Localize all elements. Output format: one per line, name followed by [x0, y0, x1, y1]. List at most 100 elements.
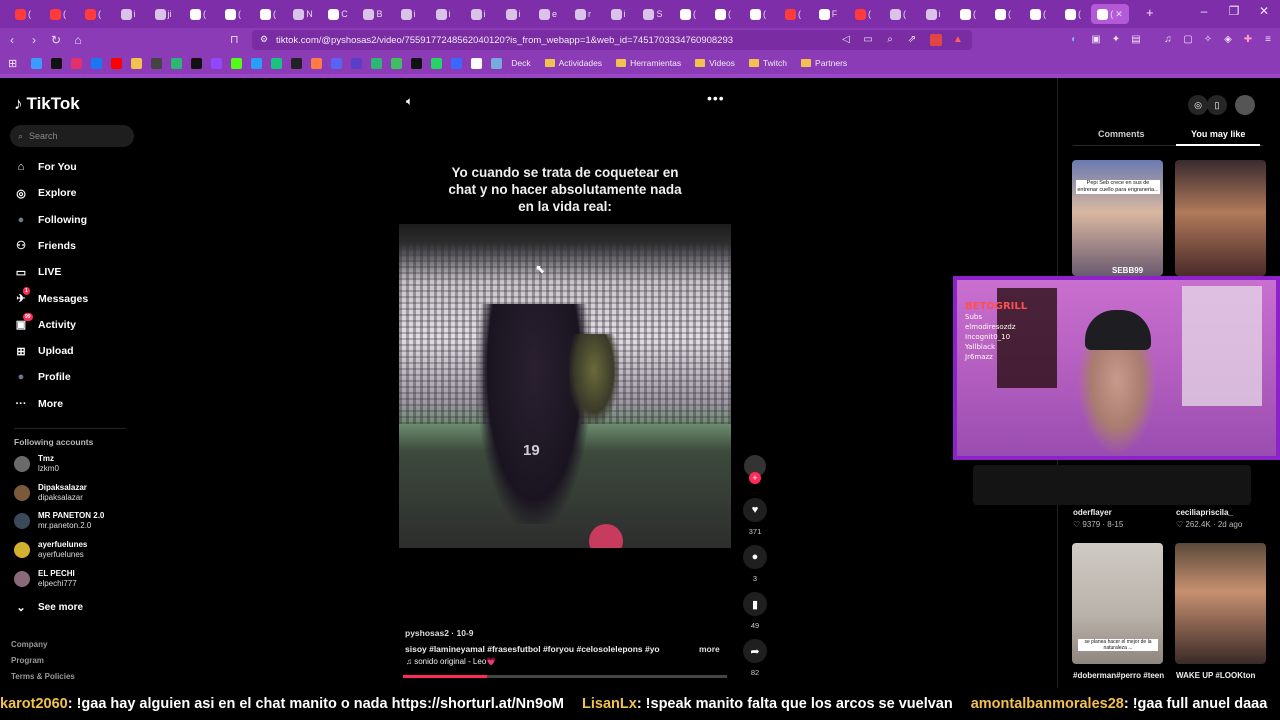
bookmark-icon[interactable] — [411, 57, 423, 69]
apps-grid-icon[interactable]: ⊞ — [8, 57, 17, 70]
extension-1-icon[interactable]: ◐ — [1068, 34, 1080, 46]
home-icon[interactable]: ⌂ — [68, 33, 88, 47]
recommended-video-thumb[interactable] — [1175, 160, 1266, 276]
browser-tab[interactable]: i — [496, 4, 530, 24]
browser-tab[interactable]: ( — [76, 4, 110, 24]
reload-icon[interactable]: ↻ — [46, 33, 66, 47]
following-account[interactable]: Dipaksalazar dipaksalazar — [14, 483, 87, 503]
bookmark-icon[interactable] — [471, 57, 483, 69]
tiktok-logo[interactable]: ♪ TikTok — [14, 94, 80, 114]
footer-link-terms[interactable]: Terms & Policies — [11, 672, 75, 681]
browser-tab[interactable]: F — [811, 4, 845, 24]
bookmark-icon[interactable] — [251, 57, 263, 69]
volume-icon[interactable]: 🔈︎ — [406, 94, 413, 109]
youtube-bookmark-icon[interactable] — [111, 57, 123, 69]
bookmark-folder[interactable]: Deck — [511, 58, 530, 68]
browser-tab[interactable]: ( — [41, 4, 75, 24]
browser-tab[interactable]: ( — [216, 4, 250, 24]
media-icon[interactable]: ♫ — [1162, 34, 1174, 46]
sidebar-item-for-you[interactable]: ⌂ For You — [14, 160, 77, 174]
browser-tab[interactable]: ( — [671, 4, 705, 24]
site-info-icon[interactable]: ⚙ — [260, 34, 268, 45]
recommended-video-thumb[interactable]: Pepi Seb crece en sus de entrenar cuello… — [1072, 160, 1163, 276]
browser-tab[interactable]: ( — [181, 4, 215, 24]
facebook-bookmark-icon[interactable] — [91, 57, 103, 69]
bookmark-icon[interactable] — [351, 57, 363, 69]
browser-tab[interactable]: ji — [146, 4, 180, 24]
tab-you-may-like[interactable]: You may like — [1191, 129, 1245, 139]
thumb-user[interactable]: #doberman#perro #teen — [1073, 671, 1164, 680]
browser-tab[interactable]: e — [531, 4, 565, 24]
bookmark-icon[interactable] — [151, 57, 163, 69]
browser-tab[interactable]: ( — [776, 4, 810, 24]
minimize-icon[interactable]: – — [1194, 4, 1214, 18]
see-more-button[interactable]: ⌄ See more — [14, 600, 83, 614]
close-tab-icon[interactable]: ✕ — [1115, 9, 1123, 20]
extensions-icon[interactable]: ✦ — [1110, 34, 1122, 46]
new-tab-icon[interactable]: + — [1146, 5, 1154, 20]
like-button[interactable]: ♥ 371 — [743, 498, 767, 536]
following-account[interactable]: ayerfuelunes ayerfuelunes — [14, 540, 87, 560]
leo-icon[interactable]: ✧ — [1202, 34, 1214, 46]
browser-tab[interactable]: ( — [986, 4, 1020, 24]
comment-button[interactable]: ● 3 — [743, 545, 767, 583]
sidebar-item-friends[interactable]: ⚇ Friends — [14, 239, 76, 253]
user-avatar[interactable] — [1235, 95, 1255, 115]
browser-tab[interactable]: (✕ — [1091, 4, 1129, 24]
browser-tab[interactable]: B — [356, 4, 390, 24]
more-description-button[interactable]: more — [699, 644, 720, 654]
browser-tab[interactable]: ( — [6, 4, 40, 24]
bookmark-icon[interactable] — [451, 57, 463, 69]
tab-comments[interactable]: Comments — [1098, 129, 1145, 139]
browser-tab[interactable]: ( — [1021, 4, 1055, 24]
browser-tab[interactable]: ( — [846, 4, 880, 24]
brave-shield-icon[interactable] — [930, 34, 942, 46]
browser-tab[interactable]: i — [426, 4, 460, 24]
browser-tab[interactable]: C — [321, 4, 355, 24]
video-progress-bar[interactable] — [403, 675, 727, 678]
sidebar-item-upload[interactable]: ⊞ Upload — [14, 344, 73, 358]
sidebar-item-more[interactable]: ··· More — [14, 397, 64, 411]
browser-tab[interactable]: ( — [741, 4, 775, 24]
browser-tab[interactable]: S — [636, 4, 670, 24]
wallet-icon[interactable]: ▢ — [1182, 34, 1194, 46]
browser-tab[interactable]: i — [461, 4, 495, 24]
zoom-icon[interactable]: ⌕ — [884, 34, 896, 46]
browser-tab[interactable]: i — [916, 4, 950, 24]
settings-icon[interactable]: ◎ — [1188, 95, 1208, 115]
bookmark-icon[interactable] — [171, 57, 183, 69]
footer-link-company[interactable]: Company — [11, 640, 47, 649]
video-player[interactable]: 19 ⬉ — [399, 224, 731, 548]
sidebar-icon[interactable]: ▤ — [1130, 34, 1142, 46]
share-button[interactable]: ➦ 82 — [743, 639, 767, 677]
back-icon[interactable]: ‹ — [2, 33, 22, 47]
bookmark-icon[interactable] — [391, 57, 403, 69]
bookmark-folder[interactable]: Twitch — [748, 58, 787, 68]
search-input[interactable]: ⌕ Search — [10, 125, 134, 147]
recommended-video-thumb[interactable] — [1175, 543, 1266, 664]
bookmark-icon[interactable] — [491, 57, 503, 69]
thumb-user[interactable]: oderflayer — [1073, 508, 1112, 517]
thumb-user[interactable]: WAKE UP #LOOKton — [1176, 671, 1255, 680]
sidebar-item-profile[interactable]: ● Profile — [14, 370, 71, 384]
bookmark-icon[interactable] — [31, 57, 43, 69]
twitch-bookmark-icon[interactable] — [211, 57, 223, 69]
bookmark-folder[interactable]: Partners — [801, 58, 847, 68]
recommended-video-thumb[interactable]: se planea hacer el mejor de la naturalez… — [1072, 543, 1163, 664]
following-account[interactable]: EL PECHI elpechi777 — [14, 569, 77, 589]
bookmark-icon[interactable] — [131, 57, 143, 69]
browser-tab[interactable]: ( — [1056, 4, 1090, 24]
browser-tab[interactable]: ( — [706, 4, 740, 24]
browser-tab[interactable]: i — [111, 4, 145, 24]
bookmark-icon[interactable] — [271, 57, 283, 69]
following-account[interactable]: Tmz lzkm0 — [14, 454, 59, 474]
bookmark-folder[interactable]: Herramientas — [616, 58, 681, 68]
browser-tab[interactable]: ( — [881, 4, 915, 24]
maximize-icon[interactable]: ❐ — [1224, 4, 1244, 18]
browser-tab[interactable]: i — [601, 4, 635, 24]
x-bookmark-icon[interactable] — [191, 57, 203, 69]
vpn-icon[interactable]: ◈ — [1222, 34, 1234, 46]
kick-bookmark-icon[interactable] — [231, 57, 243, 69]
rewards-icon[interactable]: ▲ — [952, 34, 964, 46]
sidebar-item-live[interactable]: ▭ LIVE — [14, 265, 62, 279]
